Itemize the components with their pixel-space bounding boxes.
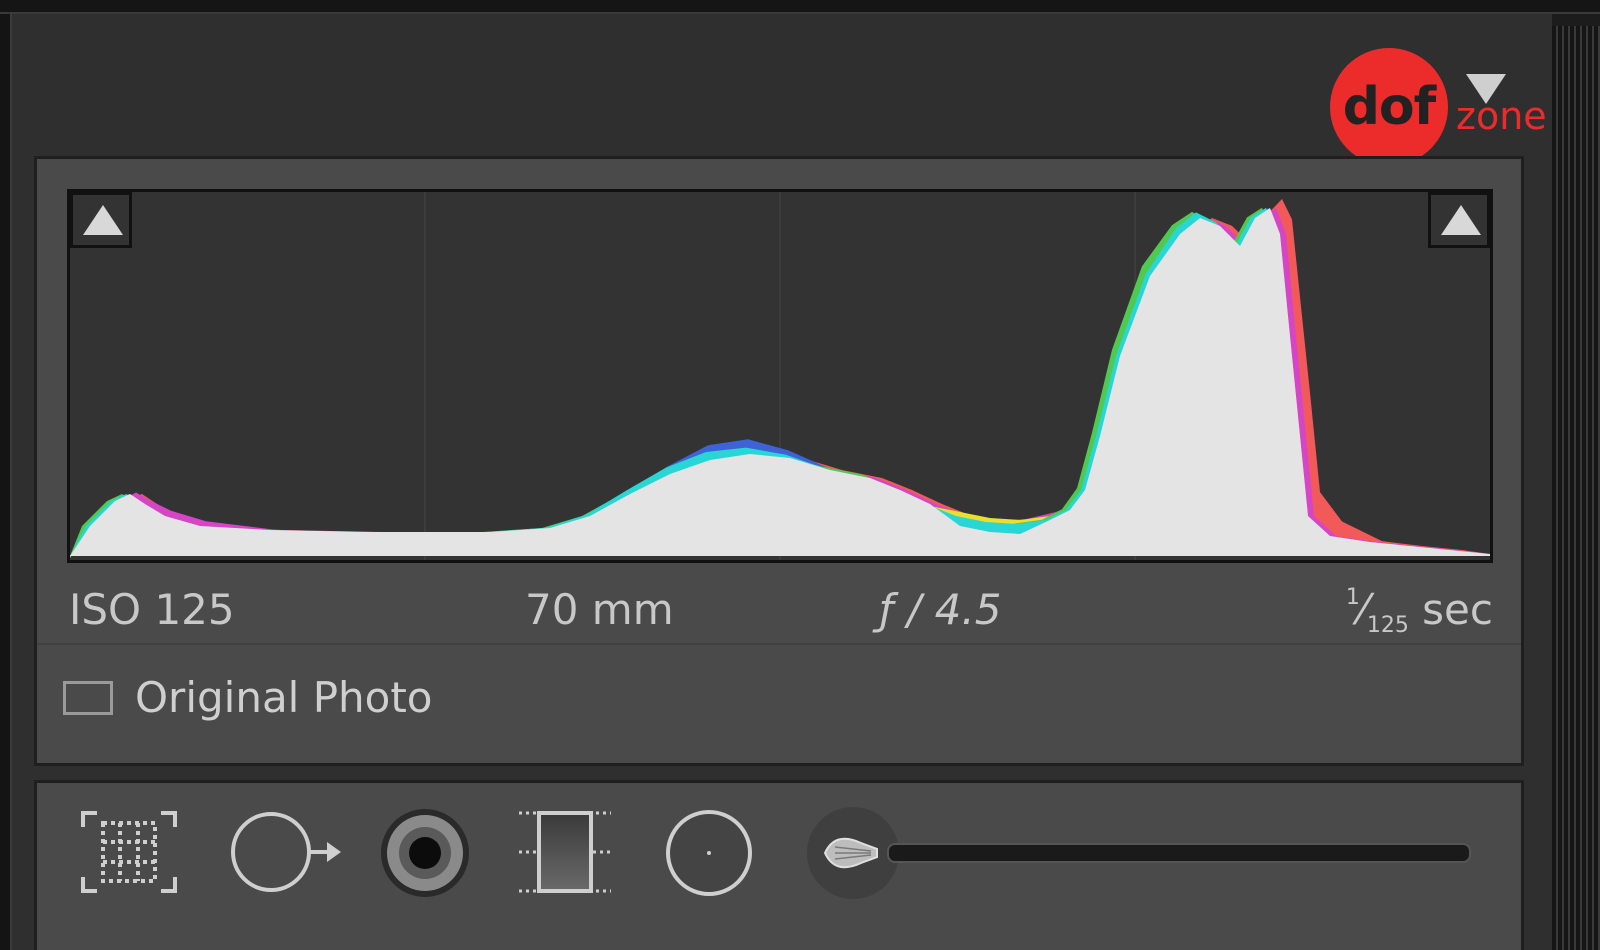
histogram-svg [70, 192, 1490, 560]
top-strip [0, 0, 1600, 14]
shutter-unit: sec [1408, 585, 1493, 634]
original-photo-checkbox[interactable] [63, 681, 113, 715]
left-edge [0, 14, 12, 950]
shutter-numerator: 1 [1345, 585, 1360, 610]
shadow-clipping-triangle-icon [83, 205, 123, 235]
histogram-graph[interactable] [67, 189, 1493, 563]
app-frame: dof zone ISO 125 70 mm ƒ / 4.5 1⁄125 sec… [0, 0, 1600, 950]
dofzone-logo: dof zone [1330, 48, 1560, 168]
highlight-clipping-triangle-icon [1441, 205, 1481, 235]
shutter-speed-value: 1⁄125 sec [1345, 585, 1493, 638]
red-eye-icon[interactable] [377, 807, 473, 903]
shadow-clipping-button[interactable] [70, 192, 132, 248]
shutter-denominator: 125 [1366, 613, 1409, 638]
histogram-panel: ISO 125 70 mm ƒ / 4.5 1⁄125 sec Original… [34, 156, 1524, 766]
graduated-filter-icon[interactable] [517, 807, 613, 897]
original-photo-label: Original Photo [135, 673, 433, 722]
spot-removal-icon[interactable] [229, 807, 349, 897]
aperture-value: ƒ / 4.5 [879, 585, 1002, 634]
crop-overlay-icon[interactable] [77, 807, 181, 897]
focal-length-value: 70 mm [525, 585, 674, 634]
radial-filter-icon[interactable] [663, 807, 755, 899]
panel-divider [37, 643, 1521, 645]
highlight-clipping-button[interactable] [1428, 192, 1490, 248]
exif-info-row: ISO 125 70 mm ƒ / 4.5 1⁄125 sec [69, 579, 1493, 641]
logo-side-text: zone [1456, 94, 1547, 138]
brush-slider-track[interactable] [887, 843, 1471, 863]
logo-circle: dof [1330, 48, 1448, 166]
iso-value: ISO 125 [69, 585, 235, 634]
tool-strip [34, 780, 1524, 950]
